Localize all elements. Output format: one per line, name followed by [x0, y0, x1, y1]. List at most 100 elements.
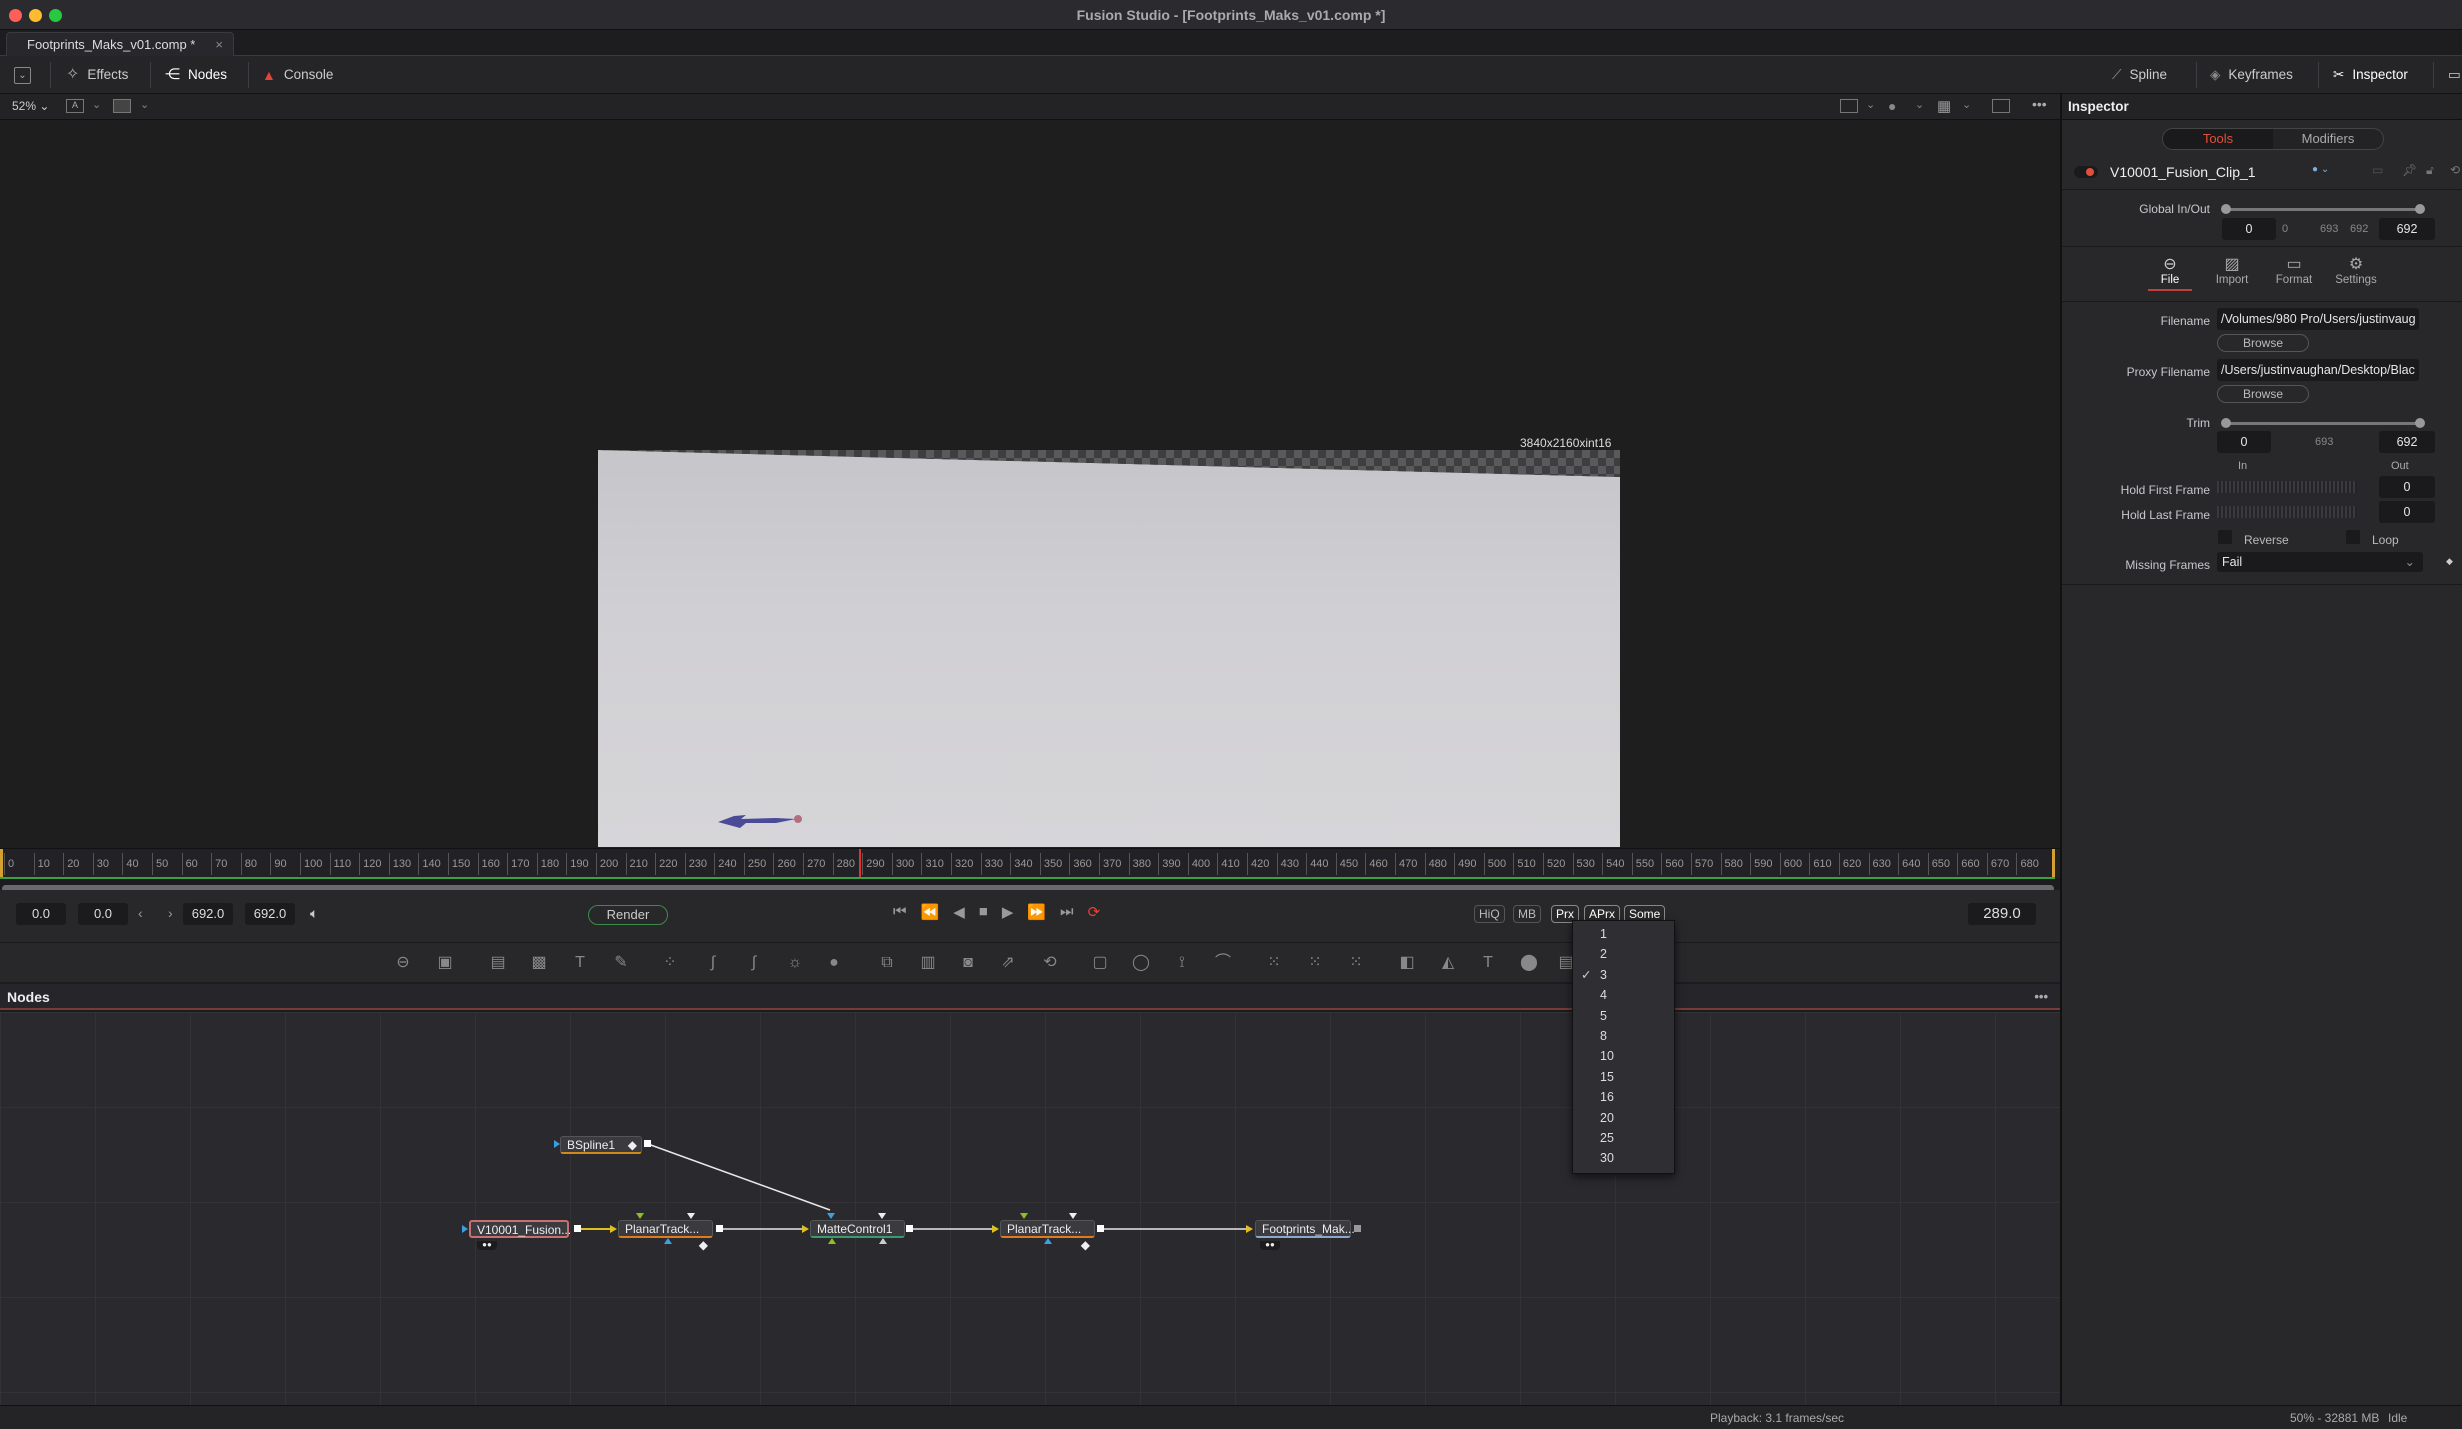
proxy-option[interactable]: 30 [1573, 1148, 1674, 1168]
grid-icon[interactable]: ▦ [1937, 97, 1951, 115]
go-to-end-icon[interactable]: ⏭ [1060, 903, 1074, 921]
render-button[interactable]: Render [588, 905, 668, 925]
close-tab-icon[interactable]: × [215, 33, 223, 57]
proxy-option[interactable]: 15 [1573, 1067, 1674, 1087]
node-view-indicator[interactable]: ●● [477, 1241, 497, 1250]
effects-button[interactable]: ✧ Effects [66, 56, 128, 94]
chevron-down-icon[interactable]: ⌄ [140, 98, 149, 111]
proxy-option[interactable]: 20 [1573, 1108, 1674, 1128]
global-end-field[interactable]: 692.0 [245, 903, 295, 925]
roi-icon[interactable] [1840, 99, 1858, 113]
display-icon[interactable] [113, 99, 131, 113]
trim-out-field[interactable]: 692 [2379, 431, 2435, 453]
hold-last-slider[interactable] [2217, 506, 2357, 518]
play-icon[interactable]: ▶ [1002, 903, 1014, 921]
proxy-option[interactable]: 25 [1573, 1128, 1674, 1148]
resize-tool-icon[interactable]: ⇗ [998, 953, 1018, 973]
node-planar-tracker-1[interactable]: PlanarTrack... ◆ [618, 1220, 713, 1252]
node-bspline[interactable]: BSpline1 ◆ [560, 1136, 642, 1154]
pin-icon[interactable]: 📌︎ [2402, 163, 2417, 177]
inspector-button[interactable]: ✂ Inspector [2333, 56, 2408, 94]
tab-modifiers[interactable]: Modifiers [2273, 129, 2383, 149]
spline-button[interactable]: ⟋ Spline [2112, 56, 2167, 94]
go-to-start-icon[interactable]: ⏮ [893, 903, 907, 921]
global-out-field[interactable]: 692 [2379, 218, 2435, 240]
global-inout-slider[interactable] [2221, 204, 2425, 214]
start-marker[interactable] [0, 849, 3, 877]
reverse-checkbox[interactable] [2218, 530, 2232, 544]
subtab-import[interactable]: ▨ Import [2210, 254, 2254, 294]
minimize-window-button[interactable] [29, 9, 42, 22]
bspline-mask-icon[interactable]: ⌒ [1213, 953, 1233, 973]
tool-enable-toggle[interactable] [2074, 166, 2098, 178]
trim-slider[interactable] [2221, 418, 2425, 428]
color-channels-icon[interactable]: ● [1888, 98, 1896, 114]
blur-tool-icon[interactable]: ⁘ [660, 953, 680, 973]
hiq-button[interactable]: HiQ [1474, 905, 1505, 923]
split-view-icon[interactable] [1992, 99, 2010, 113]
image-plane-3d-icon[interactable]: ◧ [1397, 953, 1417, 973]
node-planar-tracker-2[interactable]: PlanarTrack... ◆ [1000, 1220, 1095, 1252]
proxy-filename-field[interactable]: /Users/justinvaughan/Desktop/Blac [2217, 359, 2419, 381]
proxy-ratio-dropdown[interactable]: 1 2 ✓ 3 4 5 8 10 15 16 20 25 30 [1572, 920, 1675, 1174]
rectangle-mask-icon[interactable]: ▢ [1090, 953, 1110, 973]
shape-3d-icon[interactable]: ◭ [1438, 953, 1458, 973]
audio-icon[interactable]: 🔈︎ [310, 905, 318, 922]
particle-merge-icon[interactable]: ⁙ [1346, 953, 1366, 973]
play-fast-icon[interactable]: ⏩ [1027, 903, 1046, 921]
trim-in-field[interactable]: 0 [2217, 431, 2271, 453]
nodes-button[interactable]: ⋲ Nodes [165, 56, 227, 94]
keyframes-button[interactable]: ◈ Keyframes [2210, 56, 2293, 94]
node-loader[interactable]: V10001_Fusion... [469, 1220, 571, 1238]
proxy-option[interactable]: 2 [1573, 944, 1674, 964]
render-end-field[interactable]: 692.0 [183, 903, 233, 925]
global-start-field[interactable]: 0.0 [16, 903, 66, 925]
node-view-indicator[interactable]: ●● [1260, 1241, 1280, 1250]
chevron-down-icon[interactable]: ⌄ [1962, 98, 1971, 111]
zoom-select[interactable]: 52% ⌄ [12, 99, 49, 113]
subtab-file[interactable]: ⊖ File [2148, 254, 2192, 294]
versions-icon[interactable]: ▭ [2372, 163, 2383, 177]
close-window-button[interactable] [9, 9, 22, 22]
render-start-field[interactable]: 0.0 [78, 903, 128, 925]
time-ruler[interactable]: 0 10 20 30 40 50 60 70 80 90 100 110 120 130 140 150 160… [0, 848, 2060, 879]
luma-keyer-icon[interactable]: ◙ [958, 953, 978, 973]
mb-button[interactable]: MB [1513, 905, 1541, 923]
browse-proxy-button[interactable]: Browse [2217, 385, 2309, 403]
color-curves-tool-icon[interactable]: ∫ [703, 953, 723, 973]
console-button[interactable]: ▲ Console [262, 56, 333, 94]
matte-control-icon[interactable]: ▥ [918, 953, 938, 973]
play-reverse-fast-icon[interactable]: ⏪ [921, 903, 940, 921]
node-saver[interactable]: Footprints_Mak... [1255, 1220, 1355, 1238]
more-options-icon[interactable]: ••• [2034, 984, 2048, 1010]
end-marker[interactable] [2052, 849, 2055, 877]
color-corrector-tool-icon[interactable]: ∫ [744, 953, 764, 973]
hold-first-slider[interactable] [2217, 481, 2357, 493]
reset-icon[interactable]: ⟲ [2450, 163, 2460, 177]
node-graph[interactable]: BSpline1 ◆ V10001_Fusion... ●● PlanarTrac… [0, 1012, 2060, 1405]
fastnoise-tool-icon[interactable]: ▩ [529, 953, 549, 973]
background-tool-icon[interactable]: ▤ [488, 953, 508, 973]
document-tab[interactable]: Footprints_Maks_v01.comp * × [6, 32, 234, 56]
node-matte-control[interactable]: MatteControl1 [810, 1220, 905, 1238]
proxy-option[interactable]: 5 [1573, 1006, 1674, 1026]
proxy-option[interactable]: 1 [1573, 924, 1674, 944]
loop-checkbox[interactable] [2346, 530, 2360, 544]
proxy-option[interactable]: 8 [1573, 1026, 1674, 1046]
channel-a-icon[interactable]: A [66, 99, 84, 113]
paint-tool-icon[interactable]: ✎ [611, 953, 631, 973]
filename-field[interactable]: /Volumes/980 Pro/Users/justinvaug [2217, 308, 2419, 330]
loop-icon[interactable]: ⟳ [1088, 903, 1101, 921]
merge-3d-icon[interactable]: ⬤ [1519, 953, 1539, 973]
hold-last-field[interactable]: 0 [2379, 501, 2435, 523]
panel-toggle-button[interactable]: ⌄ [14, 56, 31, 94]
proxy-option[interactable]: ✓ 3 [1573, 965, 1674, 985]
channel-booleans-icon[interactable]: ⧉ [877, 953, 897, 973]
proxy-option[interactable]: 16 [1573, 1087, 1674, 1107]
subtab-format[interactable]: ▭ Format [2272, 254, 2316, 294]
color-corrector-drop-icon[interactable]: ● [824, 953, 844, 973]
zoom-window-button[interactable] [49, 9, 62, 22]
lock-icon[interactable]: 🔓︎ [2426, 163, 2434, 178]
proxy-option[interactable]: 10 [1573, 1046, 1674, 1066]
polygon-mask-icon[interactable]: ⟟ [1172, 953, 1192, 973]
